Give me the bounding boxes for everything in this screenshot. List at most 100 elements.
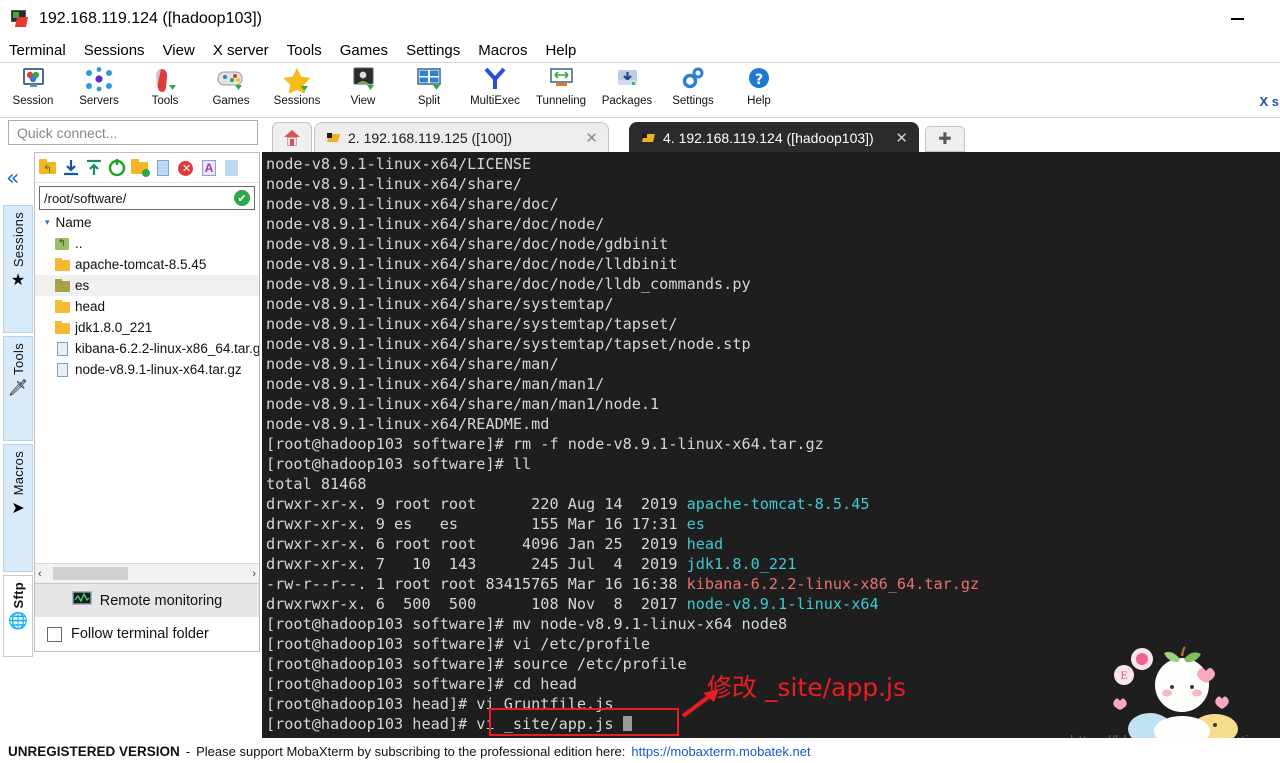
toolbar-button-games[interactable]: Games — [198, 64, 264, 116]
more-icon[interactable] — [222, 158, 242, 178]
annotation-text: 修改 _site/app.js — [707, 673, 906, 702]
servers-icon — [82, 67, 116, 93]
terminal-text: node-v8.9.1-linux-x64/share/doc/node/lld… — [266, 275, 751, 293]
terminal-text: [root@hadoop103 software]# rm -f node-v8… — [266, 435, 824, 453]
terminal-line: drwxr-xr-x. 9 root root 220 Aug 14 2019 … — [266, 494, 1280, 514]
terminal-text: drwxrwxr-x. 6 500 500 108 Nov 8 2017 — [266, 595, 687, 613]
sidebar-item-label: Sessions — [10, 212, 26, 268]
split-icon — [412, 67, 446, 93]
file-row-name: node-v8.9.1-linux-x64.tar.gz — [75, 362, 242, 377]
paper-plane-icon: ➤ — [11, 500, 25, 518]
toolbar-button-servers[interactable]: Servers — [66, 64, 132, 116]
terminal-text: drwxr-xr-x. 6 root root 4096 Jan 25 2019 — [266, 535, 687, 553]
file-row[interactable]: kibana-6.2.2-linux-x86_64.tar.gz — [35, 338, 259, 359]
menu-item-tools[interactable]: Tools — [278, 40, 331, 61]
hscroll-left-arrow[interactable]: ‹ — [38, 568, 42, 580]
tab-session-2[interactable]: 2. 192.168.119.125 ([100]) ✕ — [314, 122, 609, 152]
terminal-line: node-v8.9.1-linux-x64/share/systemtap/ta… — [266, 314, 1280, 334]
new-file-icon[interactable] — [153, 158, 173, 178]
svg-text:?: ? — [755, 72, 763, 88]
file-row[interactable]: ↰.. — [35, 233, 259, 254]
toolbar-button-view[interactable]: View — [330, 64, 396, 116]
toolbar-button-tunneling[interactable]: Tunneling — [528, 64, 594, 116]
text-mode-icon[interactable]: A — [199, 158, 219, 178]
file-row[interactable]: es — [35, 275, 259, 296]
terminal-text: node-v8.9.1-linux-x64 — [686, 595, 879, 613]
toolbar-button-help[interactable]: ? Help — [726, 64, 792, 116]
terminal-line: [root@hadoop103 software]# rm -f node-v8… — [266, 434, 1280, 454]
column-header-name[interactable]: Name — [56, 215, 92, 230]
file-row[interactable]: head — [35, 296, 259, 317]
toolbar-button-label: Games — [212, 95, 250, 107]
delete-icon[interactable]: ✕ — [176, 158, 196, 178]
toolbar-button-label: Servers — [79, 95, 119, 107]
menu-item-games[interactable]: Games — [331, 40, 397, 61]
quick-connect-input[interactable]: Quick connect... — [8, 120, 258, 145]
sidebar-item-sftp[interactable]: Sftp 🌐 — [3, 575, 33, 657]
checkbox-box[interactable] — [47, 626, 62, 642]
menu-item-terminal[interactable]: Terminal — [0, 40, 75, 61]
terminal-text: es — [686, 515, 705, 533]
menu-item-help[interactable]: Help — [536, 40, 585, 61]
terminal-line: node-v8.9.1-linux-x64/share/man/ — [266, 354, 1280, 374]
new-folder-icon[interactable] — [130, 158, 150, 178]
sort-caret-icon[interactable]: ▾ — [45, 217, 50, 228]
file-row[interactable]: jdk1.8.0_221 — [35, 317, 259, 338]
path-field[interactable]: /root/software/ ✔ — [39, 186, 255, 210]
parent-folder-icon: ↰ — [55, 237, 70, 251]
menu-item-view[interactable]: View — [154, 40, 204, 61]
close-icon[interactable]: ✕ — [895, 129, 908, 147]
sidebar-item-label: Sftp — [10, 582, 26, 609]
collapse-sidebar-icon[interactable]: « — [6, 168, 19, 190]
mobaxterm-window: 192.168.119.124 ([hadoop103]) Terminal Se… — [0, 0, 1280, 763]
toolbar-button-label: Sessions — [273, 95, 321, 107]
help-icon: ? — [742, 67, 776, 93]
file-row-name: es — [75, 278, 90, 293]
sidebar-item-sessions[interactable]: Sessions ★ — [3, 205, 33, 333]
toolbar-button-packages[interactable]: Packages — [594, 64, 660, 116]
toolbar-button-split[interactable]: Split — [396, 64, 462, 116]
toolbar-button-label: Split — [417, 95, 441, 107]
folder-icon — [55, 257, 70, 272]
minimize-button[interactable] — [1214, 0, 1260, 38]
toolbar-button-label: Settings — [672, 95, 714, 107]
close-icon[interactable]: ✕ — [585, 129, 598, 147]
file-row[interactable]: apache-tomcat-8.5.45 — [35, 254, 259, 275]
terminal-text: node-v8.9.1-linux-x64/share/ — [266, 175, 523, 193]
hscroll-right-arrow[interactable]: › — [252, 568, 256, 580]
refresh-icon[interactable] — [107, 158, 127, 178]
menu-item-x-server[interactable]: X server — [204, 40, 278, 61]
menu-item-settings[interactable]: Settings — [397, 40, 469, 61]
new-tab-button[interactable]: ✚ — [925, 126, 965, 152]
remote-monitoring-button[interactable]: Remote monitoring — [35, 583, 259, 617]
toolbar-button-sessions[interactable]: Sessions — [264, 64, 330, 116]
download-icon[interactable] — [61, 158, 81, 178]
path-ok-icon: ✔ — [234, 190, 250, 206]
follow-terminal-folder-checkbox[interactable]: Follow terminal folder — [35, 617, 259, 651]
toolbar-button-tools[interactable]: Tools — [132, 64, 198, 116]
hscroll-thumb[interactable] — [53, 567, 128, 580]
toolbar-button-multiexec[interactable]: MultiExec — [462, 64, 528, 116]
toolbar-button-settings[interactable]: Settings — [660, 64, 726, 116]
status-dash: - — [185, 744, 191, 759]
file-list-hscrollbar[interactable]: ‹ › — [35, 563, 259, 583]
terminal-line: node-v8.9.1-linux-x64/LICENSE — [266, 154, 1280, 174]
go-up-icon[interactable]: ↰ — [38, 158, 58, 178]
toolbar-button-session[interactable]: Session — [0, 64, 66, 116]
swiss-knife-icon: 🗡 — [7, 379, 29, 397]
monitor-graph-icon — [72, 590, 92, 611]
terminal-line: drwxr-xr-x. 9 es es 155 Mar 16 17:31 es — [266, 514, 1280, 534]
terminal-text: node-v8.9.1-linux-x64/share/doc/node/gdb… — [266, 235, 669, 253]
mobaxterm-link[interactable]: https://mobaxterm.mobatek.net — [631, 744, 810, 759]
sidebar-item-tools[interactable]: Tools 🗡 — [3, 336, 33, 441]
menu-item-macros[interactable]: Macros — [469, 40, 536, 61]
terminal-text: node-v8.9.1-linux-x64/share/systemtap/ta… — [266, 315, 678, 333]
terminal-text: [root@hadoop103 software]# source /etc/p… — [266, 655, 687, 673]
file-row[interactable]: node-v8.9.1-linux-x64.tar.gz — [35, 359, 259, 380]
menu-item-sessions[interactable]: Sessions — [75, 40, 154, 61]
tab-session-4[interactable]: 4. 192.168.119.124 ([hadoop103]) ✕ — [629, 122, 919, 152]
home-tab[interactable] — [272, 122, 312, 152]
sidebar-item-macros[interactable]: Macros ➤ — [3, 444, 33, 572]
terminal-line: node-v8.9.1-linux-x64/share/doc/node/gdb… — [266, 234, 1280, 254]
upload-icon[interactable] — [84, 158, 104, 178]
